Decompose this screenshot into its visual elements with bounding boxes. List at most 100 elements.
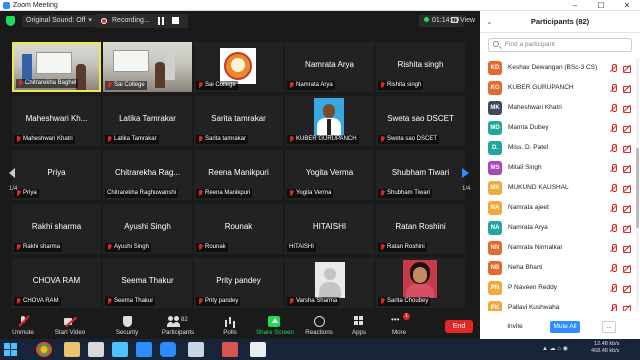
apps-button[interactable]: Apps: [348, 316, 370, 338]
apps-label: Apps: [351, 329, 367, 336]
windows-start-icon[interactable]: [4, 343, 17, 356]
participant-name: Neha Bharti: [508, 264, 543, 271]
video-tile[interactable]: Rounak Rounak: [194, 204, 283, 254]
chrome-icon[interactable]: [36, 342, 52, 357]
video-tile[interactable]: Sweta sao DSCET Sweta sao DSCET: [376, 96, 465, 146]
participant-name: Miss. D. Patel: [508, 144, 549, 151]
reactions-icon: [313, 316, 325, 327]
video-tile[interactable]: KUBER GURUPANCH: [285, 96, 374, 146]
mic-muted-icon: [610, 304, 617, 311]
invite-button[interactable]: Invite: [504, 321, 526, 333]
video-tile[interactable]: Priya Priya: [12, 150, 101, 200]
reactions-label: Reactions: [305, 329, 333, 336]
participant-list-scrollbar[interactable]: [636, 58, 639, 311]
video-tile[interactable]: Ayushi Singh Ayushi Singh: [103, 204, 192, 254]
file-explorer-icon[interactable]: [64, 342, 80, 357]
video-tile[interactable]: Seema Thakur Seema Thakur: [103, 258, 192, 308]
participants-label: Participants: [161, 329, 195, 336]
tile-name: Seema Thakur: [121, 276, 174, 285]
avatar: MD: [488, 121, 502, 135]
video-tile[interactable]: Ratan Roshini Ratan Roshini: [376, 204, 465, 254]
previous-page-arrow-icon[interactable]: [9, 168, 15, 178]
video-tile[interactable]: Latika Tamrakar Latika Tamrakar: [103, 96, 192, 146]
video-tile[interactable]: Sarita Choubey: [376, 258, 465, 308]
reactions-button[interactable]: Reactions: [304, 316, 334, 338]
video-tile[interactable]: Sai College: [194, 42, 283, 92]
participant-row[interactable]: NA Namrata Arya: [480, 218, 640, 238]
participant-row[interactable]: NN Namrata Nirmalkar: [480, 238, 640, 258]
participant-row[interactable]: KD Keshav Dewangan (BSc-3 CS): [480, 58, 640, 78]
more-dots-icon: 1: [391, 313, 410, 327]
security-label: Security: [115, 329, 139, 336]
video-tile[interactable]: Sai College: [103, 42, 192, 92]
polls-button[interactable]: Polls: [218, 316, 242, 338]
taskbar-app-icon[interactable]: [250, 342, 266, 357]
participant-row[interactable]: MK Maheshwari Khatri: [480, 98, 640, 118]
tile-name: Ayushi Singh: [124, 222, 171, 231]
participant-name: MUKUND KAUSHAL: [508, 184, 569, 191]
video-tile[interactable]: Namrata Arya Namrata Arya: [285, 42, 374, 92]
original-sound-button[interactable]: Original Sound: Off ▾: [22, 15, 96, 27]
taskbar-app-icon[interactable]: [136, 342, 152, 357]
video-off-icon: [623, 124, 631, 133]
search-placeholder: Find a participant: [505, 41, 555, 48]
video-tile[interactable]: Rishita singh Rishita singh: [376, 42, 465, 92]
avatar: NB: [488, 261, 502, 275]
video-tile[interactable]: Chitrarekha Rag... Chitrarekha Raghuwans…: [103, 150, 192, 200]
participant-row[interactable]: NA Namrata ajeet: [480, 198, 640, 218]
taskbar-app-icon[interactable]: [188, 342, 204, 357]
muted-mic-icon: [380, 298, 385, 305]
encryption-shield-icon[interactable]: [6, 16, 15, 26]
end-meeting-button[interactable]: End: [445, 320, 473, 333]
scrollbar-thumb[interactable]: [636, 148, 639, 228]
more-button[interactable]: 1 More: [388, 313, 410, 338]
video-tile[interactable]: HITAISHI HITAISHI: [285, 204, 374, 254]
pause-recording-icon[interactable]: [158, 17, 164, 25]
video-tile[interactable]: Shubham Tiwari Shubham Tiwari: [376, 150, 465, 200]
participant-row[interactable]: NB Neha Bharti: [480, 258, 640, 278]
video-tile[interactable]: Yogita Verma Yogita Verma: [285, 150, 374, 200]
zoom-taskbar-icon[interactable]: [160, 342, 176, 357]
video-tile[interactable]: Sarita tamrakar Sarita tamrakar: [194, 96, 283, 146]
participant-row[interactable]: PN P Naveen Reddy: [480, 278, 640, 298]
system-tray-icons[interactable]: ▲ ☁ ⌂ ◉: [542, 345, 568, 352]
start-video-button[interactable]: Start Video: [52, 316, 88, 338]
video-tile[interactable]: Reena Manikpuri Reena Manikpuri: [194, 150, 283, 200]
video-tile[interactable]: Maheshwari Kh... Maheshwari Khatri: [12, 96, 101, 146]
view-label: View: [460, 17, 476, 24]
participant-row[interactable]: MK MUKUND KAUSHAL: [480, 178, 640, 198]
participant-search-input[interactable]: Find a participant: [488, 38, 632, 52]
participants-button[interactable]: 82 Participants: [160, 316, 196, 338]
taskbar-app-icon[interactable]: [112, 342, 128, 357]
tile-caption: Yogita Verma: [287, 189, 334, 198]
participant-row[interactable]: D. Miss. D. Patel: [480, 138, 640, 158]
tile-caption: Namrata Arya: [287, 81, 335, 90]
taskbar-app-icon[interactable]: [88, 342, 104, 357]
close-button[interactable]: ✕: [614, 0, 640, 11]
view-button[interactable]: View: [451, 15, 475, 27]
video-tile[interactable]: Prity pandey Prity pandey: [194, 258, 283, 308]
participant-row[interactable]: MS Mitali Singh: [480, 158, 640, 178]
window-titlebar: Zoom Meeting – ☐ ✕: [0, 0, 640, 11]
mute-all-button[interactable]: Mute All: [550, 321, 580, 333]
maximize-button[interactable]: ☐: [588, 0, 614, 11]
minimize-button[interactable]: –: [562, 0, 588, 11]
panel-more-button[interactable]: ...: [602, 321, 616, 333]
avatar: NN: [488, 241, 502, 255]
taskbar-app-icon[interactable]: [222, 342, 238, 357]
video-tile[interactable]: CHOVA RAM CHOVA RAM: [12, 258, 101, 308]
share-screen-button[interactable]: Share Screen: [256, 316, 294, 338]
participant-row[interactable]: PK Pallavi Kushwaha: [480, 298, 640, 311]
security-button[interactable]: Security: [112, 316, 142, 338]
participant-row[interactable]: KG KUBER GURUPANCH: [480, 78, 640, 98]
next-page-arrow-icon[interactable]: [462, 168, 469, 178]
video-tile[interactable]: Chitrarekha Baghel: [12, 42, 101, 92]
participant-row[interactable]: MD Mamta Dubey: [480, 118, 640, 138]
video-tile[interactable]: Varsha Sharma: [285, 258, 374, 308]
unmute-button[interactable]: Unmute: [8, 316, 38, 338]
video-tile[interactable]: Rakhi sharma Rakhi sharma: [12, 204, 101, 254]
tile-caption: CHOVA RAM: [14, 297, 61, 306]
tile-caption: Sarita Choubey: [378, 297, 431, 306]
video-off-icon: [623, 244, 631, 253]
stop-recording-icon[interactable]: [172, 17, 179, 24]
